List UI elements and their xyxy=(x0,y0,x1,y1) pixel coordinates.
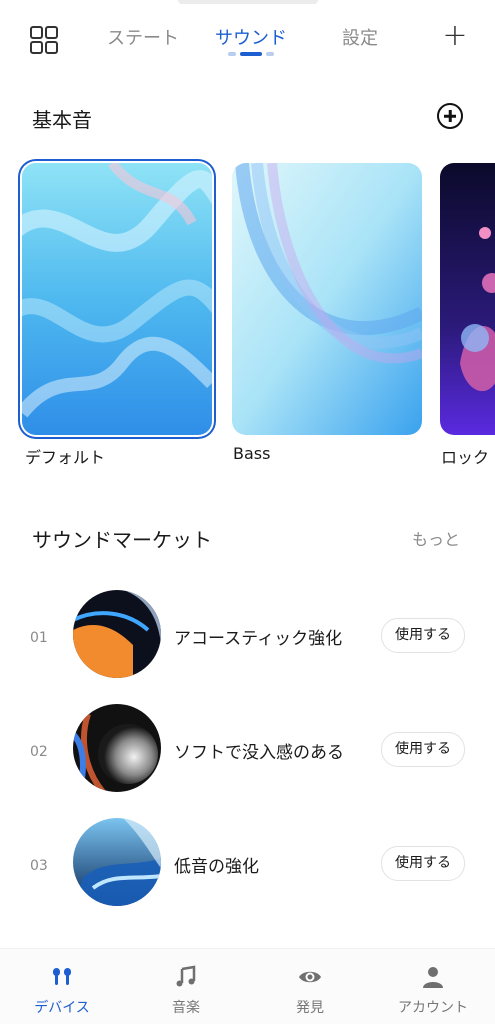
market-item-number: 02 xyxy=(30,744,48,760)
market-item-name: 低音の強化 xyxy=(174,857,259,877)
earbuds-icon xyxy=(53,968,71,985)
nav-label: デバイス xyxy=(34,1000,90,1016)
market-item-number: 01 xyxy=(30,630,48,646)
card-label-bass: Bass xyxy=(233,444,271,463)
person-icon xyxy=(423,967,443,988)
nav-item-discover[interactable]: 発見 xyxy=(248,949,372,1024)
market-item-number: 03 xyxy=(30,858,48,874)
market-item-name: アコースティック強化 xyxy=(174,629,343,649)
sound-market-title: サウンドマーケット xyxy=(32,528,212,552)
card-artwork-rock xyxy=(440,163,495,435)
nav-label: 音楽 xyxy=(172,1000,200,1016)
card-artwork-bass xyxy=(232,163,422,435)
card-label-default: デフォルト xyxy=(25,448,106,467)
nav-label: アカウント xyxy=(398,1000,468,1016)
add-icon[interactable]: + xyxy=(440,21,470,52)
market-item-3[interactable]: 03 低音の強化 使用する xyxy=(0,818,495,910)
market-item-1[interactable]: 01 アコースティック強化 使用する xyxy=(0,590,495,682)
top-bar: ステート サウンド 設定 + xyxy=(0,0,495,70)
card-artwork-default xyxy=(22,163,212,435)
status-notch xyxy=(178,0,318,4)
nav-label: 発見 xyxy=(296,1000,324,1016)
more-link[interactable]: もっと xyxy=(412,526,460,550)
eye-icon xyxy=(299,971,321,983)
music-note-icon xyxy=(176,965,196,987)
sound-page: ステート サウンド 設定 + 基本音 デフォルト Bass ロック サウンドマー… xyxy=(0,0,495,1024)
nav-item-music[interactable]: 音楽 xyxy=(124,949,248,1024)
market-item-thumbnail xyxy=(73,818,161,906)
add-circle-icon[interactable] xyxy=(437,103,463,129)
sound-card-bass[interactable] xyxy=(232,163,422,435)
use-button[interactable]: 使用する xyxy=(381,732,465,767)
tab-sound[interactable]: サウンド xyxy=(215,24,287,50)
sound-card-default[interactable] xyxy=(22,163,212,435)
card-label-rock: ロック xyxy=(441,448,490,467)
tab-state[interactable]: ステート xyxy=(107,24,179,50)
active-tab-indicator xyxy=(228,52,274,56)
sound-card-rock[interactable] xyxy=(440,163,495,435)
market-item-thumbnail xyxy=(73,704,161,792)
grid-menu-icon[interactable] xyxy=(30,26,58,54)
nav-item-devices[interactable]: デバイス xyxy=(0,949,124,1024)
use-button[interactable]: 使用する xyxy=(381,846,465,881)
nav-item-account[interactable]: アカウント xyxy=(371,949,495,1024)
tab-settings[interactable]: 設定 xyxy=(342,24,378,50)
use-button[interactable]: 使用する xyxy=(381,618,465,653)
bottom-nav: デバイス 音楽 発見 アカウント xyxy=(0,948,495,1024)
base-sound-title: 基本音 xyxy=(32,108,92,132)
market-item-2[interactable]: 02 ソフトで没入感のある 使用する xyxy=(0,704,495,796)
market-item-name: ソフトで没入感のある xyxy=(174,743,344,763)
market-item-thumbnail xyxy=(73,590,161,678)
